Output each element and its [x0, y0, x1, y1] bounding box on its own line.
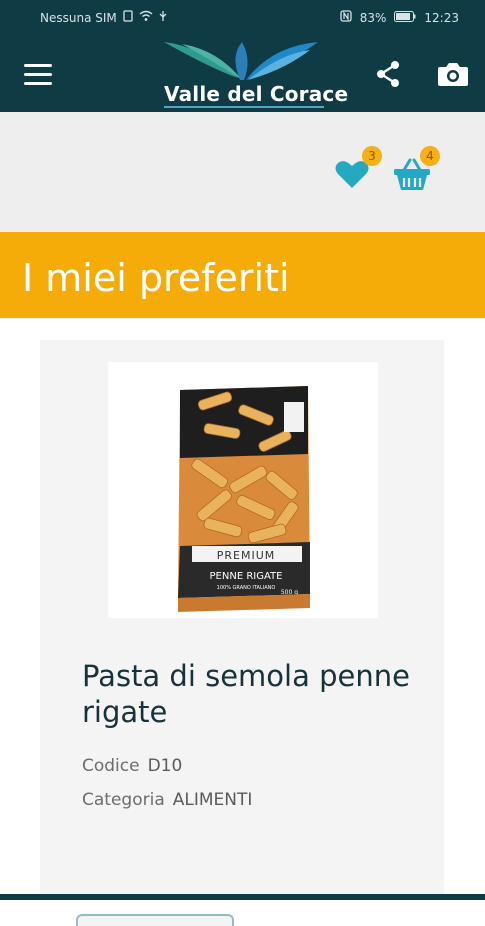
menu-button[interactable] [24, 64, 52, 86]
package-brand-text: PREMIUM [217, 549, 276, 562]
cart-count-badge: 4 [420, 146, 440, 166]
product-category-label: Categoria [82, 790, 165, 810]
product-card[interactable]: PREMIUM PENNE RIGATE 100% GRANO ITALIANO… [40, 340, 444, 926]
logo-text: Valle del Corace [164, 82, 349, 106]
favorites-list: PREMIUM PENNE RIGATE 100% GRANO ITALIANO… [0, 318, 485, 926]
status-right: 83% 12:23 [340, 10, 459, 25]
sim-icon [123, 10, 133, 25]
favorites-count-badge: 3 [362, 146, 382, 166]
bottom-nav-edge [0, 894, 485, 900]
product-code-row: Codice D10 [82, 756, 182, 776]
product-code-label: Codice [82, 756, 140, 776]
favorites-button[interactable]: 3 [334, 146, 382, 194]
usb-icon [159, 10, 167, 25]
quick-actions-bar: 3 4 [0, 112, 485, 232]
status-left: Nessuna SIM [40, 10, 167, 25]
product-category-value: ALIMENTI [172, 790, 253, 810]
pasta-package-image: PREMIUM PENNE RIGATE 100% GRANO ITALIANO… [178, 386, 310, 612]
wifi-icon [139, 10, 153, 25]
product-code-value: D10 [147, 756, 183, 776]
battery-percent: 83% [359, 10, 387, 25]
share-button[interactable] [372, 58, 404, 90]
carrier-label: Nessuna SIM [40, 10, 117, 25]
product-name[interactable]: Pasta di semola penne rigate [82, 658, 422, 730]
page-title: I miei preferiti [22, 256, 290, 300]
share-icon [377, 61, 399, 87]
page-title-banner: I miei preferiti [0, 232, 485, 318]
camera-icon [438, 63, 468, 86]
product-category-row: Categoria ALIMENTI [82, 790, 252, 810]
card-action-button[interactable] [76, 914, 234, 926]
menu-icon-line [24, 73, 52, 76]
menu-icon [24, 64, 52, 67]
app-bar: Valle del Corace [0, 36, 485, 112]
status-bar: Nessuna SIM 83% 12:23 [0, 0, 485, 36]
battery-icon [394, 10, 416, 25]
camera-button[interactable] [436, 58, 470, 90]
package-subline-text: 100% GRANO ITALIANO [217, 585, 276, 591]
nfc-icon [340, 10, 352, 25]
package-product-text: PENNE RIGATE [210, 571, 283, 582]
logo-underline [164, 106, 324, 108]
product-image[interactable]: PREMIUM PENNE RIGATE 100% GRANO ITALIANO… [108, 362, 378, 618]
clock: 12:23 [424, 10, 459, 25]
menu-icon-line [24, 82, 52, 85]
cart-button[interactable]: 4 [392, 146, 440, 196]
